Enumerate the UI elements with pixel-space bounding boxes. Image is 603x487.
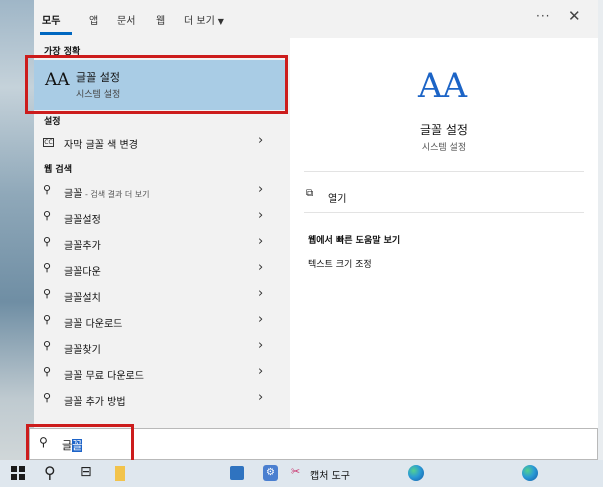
chevron-down-icon: ▼ [217, 17, 224, 26]
search-icon: ⚲ [43, 209, 52, 222]
search-icon[interactable]: ⚲ [44, 463, 56, 482]
chevron-right-icon: › [258, 312, 264, 327]
search-tabs-bar: 모두 앱 문서 웹 더 보기 ▼ ··· ✕ [34, 0, 598, 38]
list-item[interactable]: ⚲ 글꼴찾기 › [34, 334, 288, 360]
list-item[interactable]: ⚲ 글꼴설치 › [34, 282, 288, 308]
list-item-label: 글꼴 다운로드 [64, 319, 123, 330]
list-item[interactable]: ⚲ 글꼴 무료 다운로드 › [34, 360, 288, 386]
tab-apps[interactable]: 앱 [89, 12, 98, 27]
web-help-link[interactable]: 텍스트 크기 조정 [308, 257, 372, 270]
active-tab-indicator [40, 32, 72, 35]
file-explorer-icon[interactable] [115, 466, 125, 481]
list-item[interactable]: ⚲ 글꼴추가 › [34, 230, 288, 256]
list-item-label: 글꼴 추가 방법 [64, 397, 126, 408]
list-item[interactable]: ⚲ 글꼴 다운로드 › [34, 308, 288, 334]
open-action-label: 열기 [328, 194, 347, 205]
chevron-right-icon: › [258, 260, 264, 275]
highlight-box-search [26, 424, 134, 464]
open-external-icon: ⧉ [306, 188, 314, 199]
windows-start-icon[interactable] [11, 466, 25, 480]
list-item-label: 글꼴설정 [64, 215, 101, 226]
tab-web[interactable]: 웹 [156, 12, 165, 27]
tab-more[interactable]: 더 보기 ▼ [184, 12, 224, 27]
close-icon[interactable]: ✕ [568, 7, 581, 25]
search-icon: ⚲ [43, 261, 52, 274]
ellipsis-icon[interactable]: ··· [536, 9, 550, 23]
list-item-label: 글꼴다운 [64, 267, 101, 278]
snipping-tool-icon[interactable]: ✂ [291, 465, 300, 478]
list-item[interactable]: ⚲ 글꼴 추가 방법 › [34, 386, 288, 412]
chevron-right-icon: › [258, 234, 264, 249]
taskbar: ⚲ ⊟ ⚙ ✂ 캡처 도구 [0, 460, 603, 487]
search-icon: ⚲ [43, 391, 52, 404]
chevron-right-icon: › [258, 182, 264, 197]
search-icon: ⚲ [43, 235, 52, 248]
chevron-right-icon: › [258, 133, 264, 148]
edge-browser-icon[interactable] [522, 465, 538, 481]
list-item-label: 글꼴 - 검색 결과 더 보기 [64, 189, 150, 200]
detail-subtitle: 시스템 설정 [421, 143, 467, 153]
list-item-label: 글꼴 무료 다운로드 [64, 371, 144, 382]
section-web-search: 웹 검색 [44, 165, 72, 175]
section-settings: 설정 [44, 117, 61, 127]
list-item[interactable]: ⚲ 글꼴 - 검색 결과 더 보기 › [34, 178, 288, 204]
tab-documents[interactable]: 문서 [117, 12, 135, 27]
list-item-label: 자막 글꼴 색 변경 [64, 140, 138, 151]
list-item[interactable]: ⚲ 글꼴다운 › [34, 256, 288, 282]
search-icon: ⚲ [43, 365, 52, 378]
detail-title: 글꼴 설정 [420, 123, 468, 137]
search-icon: ⚲ [43, 287, 52, 300]
task-view-icon[interactable]: ⊟ [80, 464, 92, 480]
chevron-right-icon: › [258, 390, 264, 405]
search-icon: ⚲ [43, 313, 52, 326]
edge-browser-icon[interactable] [408, 465, 424, 481]
chevron-right-icon: › [258, 208, 264, 223]
list-item-label: 글꼴설치 [64, 293, 101, 304]
subtitles-icon: CC [43, 138, 54, 147]
chevron-right-icon: › [258, 364, 264, 379]
list-item[interactable]: ⚲ 글꼴설정 › [34, 204, 288, 230]
list-item[interactable]: CC 자막 글꼴 색 변경 › [34, 129, 288, 155]
detail-pane: AA 글꼴 설정 시스템 설정 ⧉ 열기 웹에서 빠른 도움말 보기 텍스트 크… [290, 38, 598, 428]
divider [304, 212, 584, 213]
list-item-label: 글꼴찾기 [64, 345, 101, 356]
chevron-right-icon: › [258, 286, 264, 301]
highlight-box-best-match [25, 55, 288, 114]
open-action[interactable]: ⧉ 열기 [304, 186, 424, 206]
web-help-heading: 웹에서 빠른 도움말 보기 [308, 236, 401, 246]
chevron-right-icon: › [258, 338, 264, 353]
divider [304, 171, 584, 172]
tab-more-label: 더 보기 [184, 16, 215, 27]
search-icon: ⚲ [43, 183, 52, 196]
font-settings-icon: AA [418, 66, 468, 106]
store-icon[interactable] [230, 466, 244, 480]
tab-all[interactable]: 모두 [42, 12, 60, 27]
app-icon[interactable]: ⚙ [263, 465, 278, 481]
search-icon: ⚲ [43, 339, 52, 352]
snipping-tool-label[interactable]: 캡처 도구 [310, 467, 350, 482]
list-item-label: 글꼴추가 [64, 241, 101, 252]
